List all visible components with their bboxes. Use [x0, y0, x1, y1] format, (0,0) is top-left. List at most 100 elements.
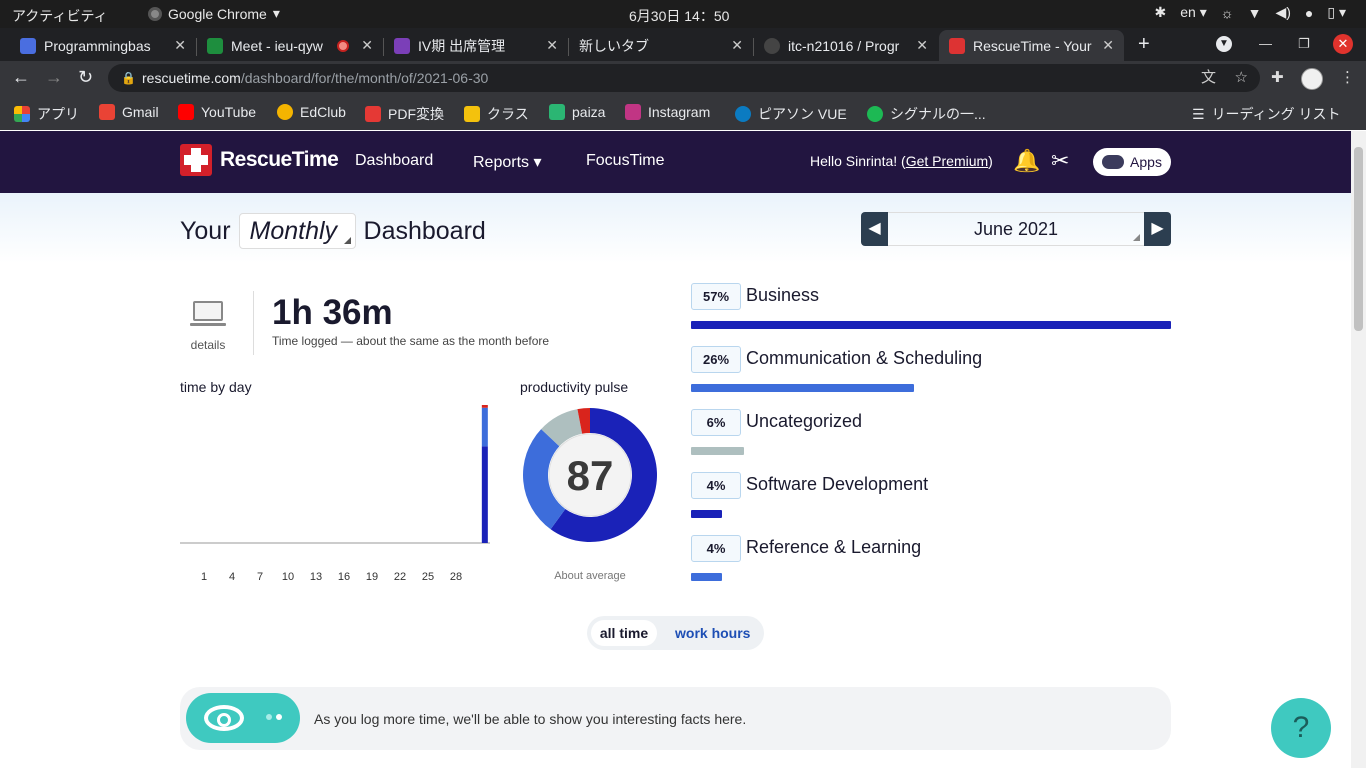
category-percent: 4% — [691, 535, 741, 562]
bookmark-apps[interactable]: アプリ — [14, 104, 79, 124]
tab-programmingbas[interactable]: Programmingbas ✕ — [10, 30, 196, 61]
next-month-button[interactable]: ▶ — [1144, 212, 1171, 246]
forward-button[interactable]: → — [45, 67, 63, 88]
time-by-day-chart[interactable]: 1 4 7 10 13 16 19 22 25 28 — [180, 401, 492, 581]
bookmark-pearson[interactable]: ピアソン VUE — [735, 104, 847, 124]
close-icon[interactable]: ✕ — [174, 37, 186, 54]
day-tick-label: 4 — [229, 571, 235, 581]
nav-focustime[interactable]: FocusTime — [586, 152, 665, 170]
volume-icon[interactable]: ◀) — [1275, 4, 1290, 21]
facts-banner: As you log more time, we'll be able to s… — [180, 687, 1171, 750]
category-name: Communication & Scheduling — [746, 348, 983, 368]
close-icon[interactable]: ✕ — [361, 37, 373, 54]
new-tab-button[interactable]: + — [1138, 33, 1150, 56]
day-bar-segment — [481, 446, 488, 543]
toggle-all-time[interactable]: all time — [591, 620, 657, 646]
bookmark-instagram[interactable]: Instagram — [625, 104, 710, 120]
category-name: Uncategorized — [746, 411, 863, 431]
system-tray[interactable]: ✱ en ▾ ☼ ▼ ◀) ● ▯ ▾ — [1155, 4, 1346, 21]
address-bar[interactable]: 🔒 rescuetime.com/dashboard/for/the/month… — [108, 64, 1260, 92]
toggle-work-hours[interactable]: work hours — [675, 620, 750, 646]
browser-toolbar: ← → ↻ 🔒 rescuetime.com/dashboard/for/the… — [0, 61, 1366, 95]
bookmark-signal[interactable]: シグナルの一... — [867, 104, 986, 124]
bookmark-edclub[interactable]: EdClub — [277, 104, 346, 120]
facts-carousel[interactable] — [186, 693, 300, 743]
scroll-thumb[interactable] — [1354, 147, 1363, 331]
period-select[interactable]: Monthly — [238, 213, 356, 249]
reading-list[interactable]: ☰ リーディング リスト — [1192, 104, 1340, 124]
maximize-button[interactable]: ❐ — [1298, 36, 1310, 52]
app-name: Google Chrome — [168, 5, 267, 22]
profile-avatar[interactable] — [1301, 68, 1323, 90]
month-select[interactable]: June 2021 — [888, 212, 1144, 246]
more-menu-icon[interactable]: ⋮ — [1340, 68, 1355, 86]
apps-button[interactable]: Apps — [1093, 148, 1171, 176]
battery-icon[interactable]: ▯ ▾ — [1327, 4, 1346, 21]
help-button[interactable]: ? — [1271, 698, 1331, 758]
classroom-icon — [20, 37, 36, 54]
facts-message: As you log more time, we'll be able to s… — [314, 711, 747, 727]
chevron-down-icon: ▾ — [272, 5, 280, 21]
meet-icon — [207, 37, 223, 54]
bookmark-gmail[interactable]: Gmail — [99, 104, 159, 120]
brightness-icon[interactable]: ☼ — [1221, 5, 1234, 21]
activities-button[interactable]: アクティビティ — [12, 6, 108, 26]
bookmark-youtube[interactable]: YouTube — [178, 104, 256, 120]
paiza-icon — [549, 104, 565, 120]
previous-month-button[interactable]: ◀ — [861, 212, 888, 246]
bell-icon[interactable]: 🔔 — [1013, 148, 1040, 174]
close-window-button[interactable]: ✕ — [1333, 34, 1353, 54]
details-link[interactable]: details — [189, 301, 227, 352]
app-menu[interactable]: Google Chrome ▾ — [148, 5, 280, 22]
get-premium-link[interactable]: Get Premium — [906, 153, 988, 169]
bookmarks-bar: アプリ Gmail YouTube EdClub PDF変換 クラス paiza… — [0, 95, 1366, 130]
clock[interactable]: 6月30日 14：50 — [629, 6, 729, 26]
productivity-pulse-chart[interactable]: 87 — [520, 405, 660, 545]
nav-reports[interactable]: Reports ▾ — [473, 152, 542, 172]
edclub-icon — [277, 104, 293, 120]
bookmark-pdf[interactable]: PDF変換 — [365, 104, 444, 124]
pearson-icon — [735, 106, 751, 122]
day-tick-label: 13 — [310, 571, 322, 581]
rescuetime-logo[interactable]: RescueTime — [180, 144, 339, 176]
page-scrollbar[interactable] — [1351, 131, 1366, 768]
cloud-download-icon — [1102, 155, 1125, 169]
close-icon[interactable]: ✕ — [546, 37, 558, 54]
day-tick-label: 1 — [201, 571, 207, 581]
extensions-icon[interactable]: ✚ — [1271, 68, 1284, 86]
tab-meet[interactable]: Meet - ieu-qyw ✕ — [197, 30, 383, 61]
category-percent: 26% — [691, 346, 741, 373]
forms-icon — [394, 37, 410, 54]
category-percent: 4% — [691, 472, 741, 499]
microphone-icon[interactable]: ● — [1305, 5, 1313, 21]
heart-icon — [365, 106, 381, 122]
back-button[interactable]: ← — [12, 67, 30, 88]
tab-new-tab[interactable]: 新しいタブ ✕ — [569, 30, 753, 61]
wifi-icon[interactable]: ▼ — [1248, 5, 1262, 21]
close-icon[interactable]: ✕ — [916, 37, 928, 54]
close-icon[interactable]: ✕ — [731, 37, 743, 54]
category-percent: 6% — [691, 409, 741, 436]
day-tick-label: 10 — [282, 571, 294, 581]
reload-button[interactable]: ↻ — [78, 67, 93, 88]
close-icon[interactable]: ✕ — [1102, 37, 1114, 54]
rescuetime-page: RescueTime Dashboard Reports ▾ FocusTime… — [0, 131, 1351, 768]
bookmark-paiza[interactable]: paiza — [549, 104, 605, 120]
language-indicator[interactable]: en ▾ — [1180, 4, 1207, 21]
bookmark-star-icon[interactable]: ☆ — [1235, 64, 1248, 92]
tab-rescuetime[interactable]: RescueTime - Your ✕ — [939, 30, 1124, 61]
carousel-dots[interactable] — [266, 714, 282, 720]
lock-icon[interactable]: 🔒 — [121, 64, 136, 92]
translate-icon[interactable]: 文 — [1201, 64, 1216, 92]
tools-icon[interactable]: ✂ — [1051, 148, 1069, 174]
bookmark-class[interactable]: クラス — [464, 104, 529, 124]
tab-search-icon[interactable]: ▼ — [1216, 36, 1232, 52]
slack-icon[interactable]: ✱ — [1155, 4, 1167, 21]
category-percent: 57% — [691, 283, 741, 310]
classroom-icon — [464, 106, 480, 122]
nav-dashboard[interactable]: Dashboard — [355, 152, 433, 170]
tab-attendance[interactable]: IV期 出席管理 ✕ — [384, 30, 568, 61]
minimize-button[interactable]: — — [1259, 36, 1272, 51]
tab-github[interactable]: itc-n21016 / Progr ✕ — [754, 30, 938, 61]
recording-icon — [337, 40, 349, 52]
